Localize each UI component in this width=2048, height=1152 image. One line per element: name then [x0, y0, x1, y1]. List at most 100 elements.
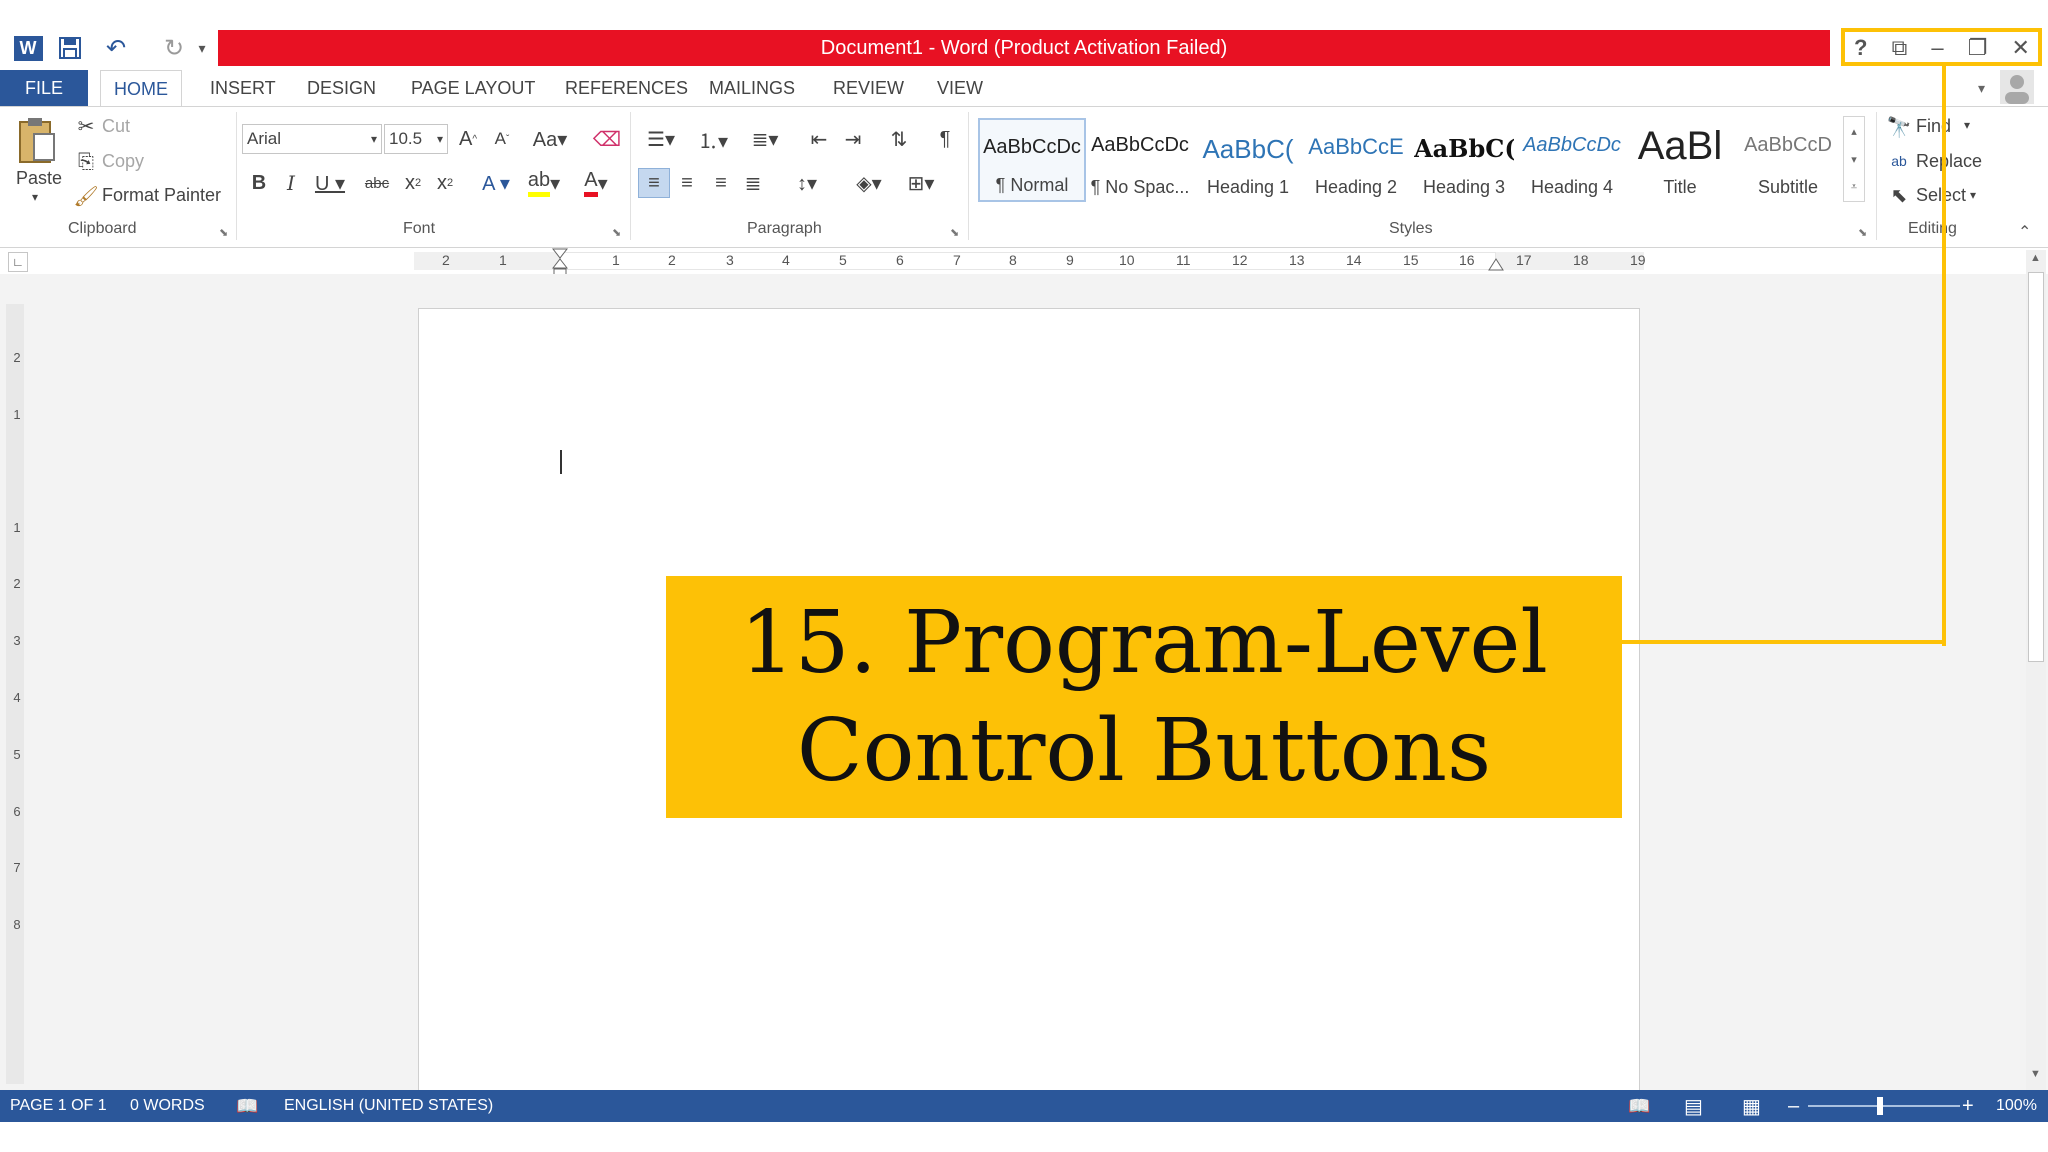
zoom-in-icon[interactable]: + [1962, 1090, 1974, 1122]
select-cursor-icon: ⬉ [1890, 184, 1908, 207]
zoom-slider-thumb[interactable] [1877, 1097, 1883, 1115]
undo-icon[interactable]: ↶ [98, 30, 134, 66]
shading-icon[interactable]: ◈▾ [846, 168, 892, 198]
subscript-icon[interactable]: x2 [398, 168, 428, 198]
tab-view[interactable]: VIEW [937, 70, 983, 106]
borders-icon[interactable]: ⊞▾ [898, 168, 944, 198]
ruler-number: 1 [612, 252, 620, 268]
tab-home[interactable]: HOME [100, 70, 182, 107]
tab-insert[interactable]: INSERT [210, 70, 276, 106]
tab-design[interactable]: DESIGN [307, 70, 376, 106]
print-layout-icon[interactable]: ▤ [1684, 1090, 1703, 1122]
clipboard-group-label: Clipboard [68, 220, 137, 237]
text-effects-icon[interactable]: A ▾ [474, 168, 518, 198]
copy-button[interactable]: Copy [102, 151, 144, 172]
scrollbar-thumb[interactable] [2028, 272, 2044, 662]
ruler-number: 3 [726, 252, 734, 268]
paste-icon[interactable] [14, 114, 60, 168]
text-cursor [560, 450, 562, 474]
word-count-status[interactable]: 0 WORDS [130, 1090, 205, 1122]
more-styles-icon[interactable]: ⩡ [1851, 181, 1857, 194]
tab-references[interactable]: REFERENCES [565, 70, 688, 106]
style-title[interactable]: AaBl Title [1626, 118, 1734, 202]
tab-file[interactable]: FILE [0, 70, 88, 106]
style-heading-4[interactable]: AaBbCcDc Heading 4 [1518, 118, 1626, 202]
styles-gallery-scroll[interactable]: ▴ ▾ ⩡ [1843, 116, 1865, 202]
align-right-icon[interactable]: ≡ [706, 168, 736, 198]
callout-connector-vertical [1942, 66, 1946, 646]
bullets-icon[interactable]: ☰▾ [638, 124, 684, 154]
line-spacing-icon[interactable]: ↕▾ [784, 168, 830, 198]
scroll-up-icon[interactable]: ▲ [2030, 252, 2041, 264]
ruler-number: 18 [1573, 252, 1589, 268]
redo-icon[interactable]: ↻ [156, 30, 192, 66]
tab-review[interactable]: REVIEW [833, 70, 904, 106]
find-icon: 🔭 [1886, 116, 1912, 139]
strikethrough-icon[interactable]: abc [360, 168, 394, 198]
increase-indent-icon[interactable]: ⇥ [838, 124, 868, 154]
text-highlight-icon[interactable]: ab ▾ [522, 168, 566, 198]
multilevel-list-icon[interactable]: ≣▾ [742, 124, 788, 154]
show-formatting-marks-icon[interactable]: ¶ [930, 124, 960, 154]
cut-button[interactable]: Cut [102, 116, 130, 137]
align-left-icon[interactable]: ≡ [638, 168, 670, 198]
style-subtitle[interactable]: AaBbCcD Subtitle [1734, 118, 1842, 202]
customize-qat-icon[interactable]: ▾ [192, 30, 212, 66]
style-heading-1[interactable]: AaBbC( Heading 1 [1194, 118, 1302, 202]
change-case-icon[interactable]: Aa▾ [530, 124, 570, 154]
style-heading-2[interactable]: AaBbCcE Heading 2 [1302, 118, 1410, 202]
chevron-down-icon[interactable]: ▾ [1851, 153, 1857, 166]
justify-icon[interactable]: ≣ [738, 168, 768, 198]
scroll-down-icon[interactable]: ▼ [2030, 1068, 2041, 1080]
replace-button[interactable]: Replace [1916, 151, 1982, 172]
clipboard-dialog-launcher-icon[interactable]: ⬊ [219, 226, 228, 239]
tab-selector-icon[interactable]: ∟ [8, 252, 28, 272]
style-no-spacing[interactable]: AaBbCcDc ¶ No Spac... [1086, 118, 1194, 202]
styles-dialog-launcher-icon[interactable]: ⬊ [1858, 226, 1867, 239]
superscript-icon[interactable]: x2 [430, 168, 460, 198]
read-mode-icon[interactable]: 📖 [1628, 1090, 1650, 1122]
paragraph-dialog-launcher-icon[interactable]: ⬊ [950, 226, 959, 239]
paste-button[interactable]: Paste [16, 168, 62, 189]
page-count-status[interactable]: PAGE 1 OF 1 [10, 1090, 107, 1122]
chevron-up-icon[interactable]: ▴ [1851, 125, 1857, 138]
web-layout-icon[interactable]: ▦ [1742, 1090, 1761, 1122]
style-heading-3[interactable]: AaBbC( Heading 3 [1410, 118, 1518, 202]
italic-icon[interactable]: I [278, 168, 304, 198]
proofing-icon[interactable]: 📖 [236, 1090, 258, 1122]
style-normal[interactable]: AaBbCcDc ¶ Normal [978, 118, 1086, 202]
font-dialog-launcher-icon[interactable]: ⬊ [612, 226, 621, 239]
collapse-ribbon-icon[interactable]: ⌃ [2018, 222, 2031, 242]
format-painter-button[interactable]: Format Painter [102, 185, 221, 206]
find-dropdown-icon[interactable]: ▾ [1964, 118, 1970, 132]
tab-mailings[interactable]: MAILINGS [709, 70, 795, 106]
paste-dropdown-icon[interactable]: ▾ [32, 190, 38, 204]
user-avatar[interactable] [2000, 70, 2034, 104]
zoom-level[interactable]: 100% [1996, 1090, 2037, 1122]
bold-icon[interactable]: B [246, 168, 272, 198]
clear-formatting-icon[interactable]: ⌫ [592, 124, 622, 154]
grow-font-icon[interactable]: A ^ [454, 124, 482, 154]
chevron-down-icon: ▾ [436, 132, 443, 146]
zoom-slider-track[interactable] [1808, 1105, 1960, 1107]
underline-icon[interactable]: U ▾ [310, 168, 350, 198]
align-center-icon[interactable]: ≡ [672, 168, 702, 198]
select-dropdown-icon[interactable]: ▾ [1970, 188, 1976, 202]
shrink-font-icon[interactable]: Aˇ [488, 124, 516, 154]
numbering-icon[interactable]: ⒈▾ [690, 124, 736, 154]
language-status[interactable]: ENGLISH (UNITED STATES) [284, 1090, 493, 1122]
account-chevron-icon[interactable]: ▾ [1978, 80, 1985, 97]
window-title: Document1 - Word (Product Activation Fai… [218, 30, 1830, 66]
ruler-number: 2 [442, 252, 450, 268]
decrease-indent-icon[interactable]: ⇤ [804, 124, 834, 154]
zoom-out-icon[interactable]: – [1788, 1090, 1799, 1122]
word-app-icon[interactable]: W [10, 30, 46, 66]
tab-page-layout[interactable]: PAGE LAYOUT [411, 70, 535, 106]
font-color-icon[interactable]: A ▾ [574, 168, 618, 198]
screen-bottom-margin [0, 1122, 2048, 1152]
save-icon[interactable] [52, 30, 88, 66]
right-indent-marker[interactable] [1488, 258, 1504, 272]
sort-icon[interactable]: ⇅ [884, 124, 914, 154]
font-name-combo[interactable]: Arial ▾ [242, 124, 382, 154]
font-size-combo[interactable]: 10.5 ▾ [384, 124, 448, 154]
